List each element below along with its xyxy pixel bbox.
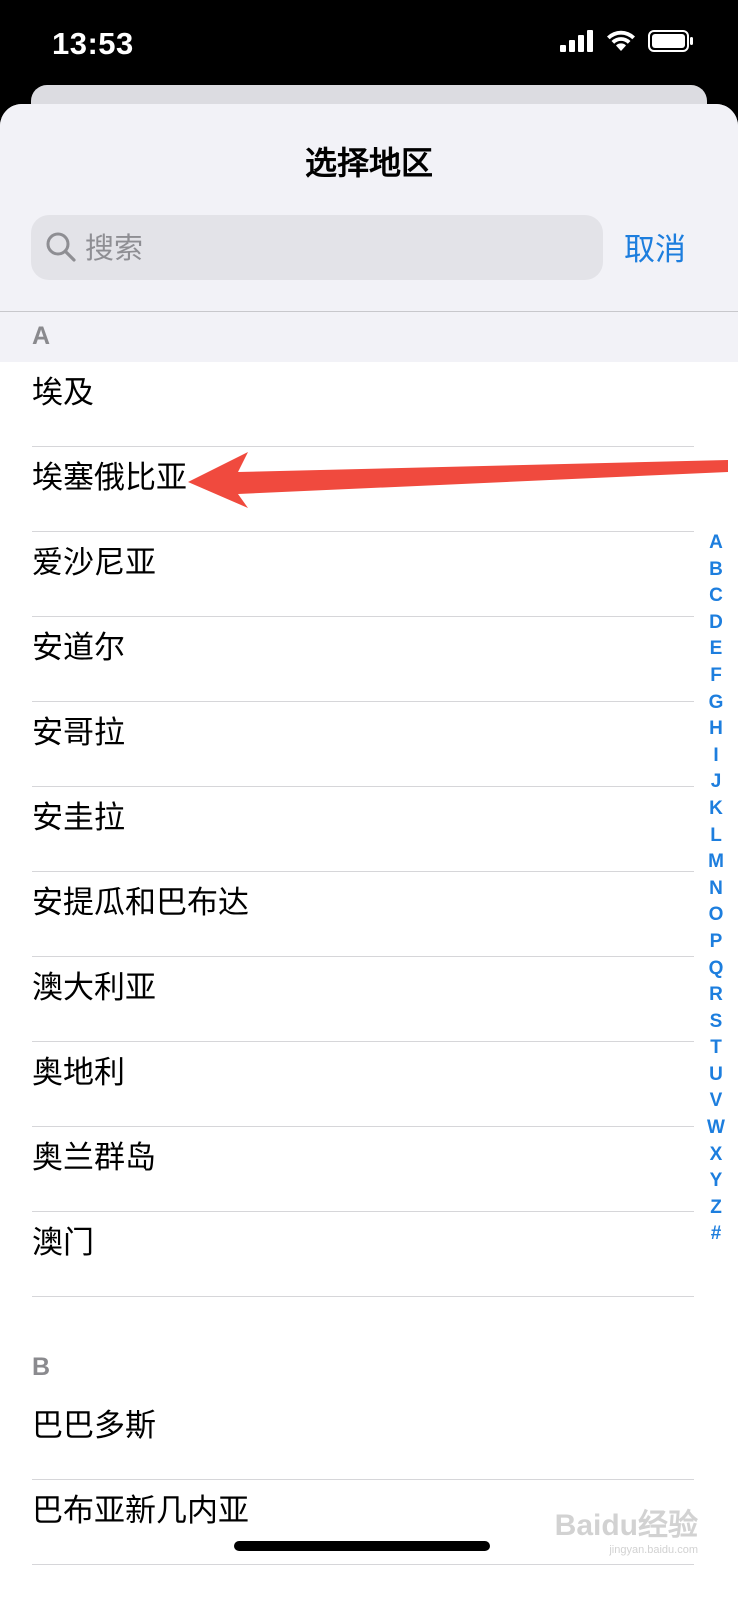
region-name: 澳大利亚 [32,970,156,1006]
region-row[interactable]: 安哥拉 [0,702,738,787]
index-letter[interactable]: U [709,1062,723,1089]
region-name: 奥地利 [32,1055,125,1091]
index-letter[interactable]: D [709,610,723,637]
region-name: 奥兰群岛 [32,1140,156,1176]
battery-icon [648,30,693,52]
index-letter[interactable]: G [709,690,724,717]
region-name: 安哥拉 [32,715,125,751]
sheet-title: 选择地区 [304,144,433,182]
region-row[interactable]: 澳大利亚 [0,957,738,1042]
region-row[interactable]: 埃及 [0,362,738,447]
index-letter[interactable]: I [713,743,718,770]
index-letter[interactable]: P [710,929,723,956]
sheet-header: 选择地区 取消 [0,104,738,312]
region-row[interactable]: 安道尔 [0,617,738,702]
watermark-text: Baidu经验 [554,1509,698,1542]
index-letter[interactable]: S [710,1009,723,1036]
index-letter[interactable]: K [709,796,723,823]
index-letter[interactable]: M [708,849,724,876]
index-letter[interactable]: O [709,902,724,929]
section-letter: A [32,322,51,350]
region-name: 埃及 [32,375,94,411]
index-letter[interactable]: W [707,1115,725,1142]
region-row[interactable]: 安圭拉 [0,787,738,872]
watermark-url: jingyan.baidu.com [609,1544,698,1556]
watermark: Baidu经验 jingyan.baidu.com [555,1500,698,1556]
region-row[interactable]: 安提瓜和巴布达 [0,872,738,957]
section-header: B [0,1327,738,1395]
index-letter[interactable]: N [709,876,723,903]
cellular-signal-icon [560,30,593,52]
region-row[interactable]: 澳门 [0,1212,738,1297]
row-separator [32,1296,694,1297]
index-letter[interactable]: F [710,663,722,690]
home-indicator[interactable] [234,1541,490,1551]
wifi-icon [607,30,635,51]
index-letter[interactable]: B [709,557,723,584]
region-picker-sheet: 选择地区 取消 A 埃及埃塞俄比亚爱沙尼亚安道尔安哥拉安圭拉安提瓜和巴布达澳大利亚… [0,104,738,1600]
region-row[interactable]: 爱沙尼亚 [0,532,738,617]
index-letter[interactable]: H [709,716,723,743]
region-name: 安圭拉 [32,800,125,836]
index-letter[interactable]: Y [710,1168,723,1195]
alphabet-index-bar[interactable]: A B C D E F G H I J K L M N O P Q R S T U V W X Y Z # [702,530,730,1248]
index-letter[interactable]: Z [710,1195,722,1222]
region-name: 安道尔 [32,630,125,666]
region-row[interactable]: 奥地利 [0,1042,738,1127]
search-input[interactable] [85,215,585,280]
index-letter[interactable]: A [709,530,723,557]
index-letter[interactable]: Q [709,956,724,983]
region-name: 巴布亚新几内亚 [32,1493,249,1529]
index-letter[interactable]: J [711,769,722,796]
search-icon [46,232,76,262]
region-name: 巴巴多斯 [32,1408,156,1444]
status-time: 13:53 [52,26,134,61]
region-name: 埃塞俄比亚 [32,460,187,496]
index-letter[interactable]: T [710,1035,722,1062]
section-letter: B [32,1353,51,1381]
region-row[interactable]: 奥兰群岛 [0,1127,738,1212]
section-gap [0,1297,738,1327]
region-name: 爱沙尼亚 [32,545,156,581]
status-icons [560,30,694,52]
index-letter[interactable]: C [709,583,723,610]
status-bar: 13:53 [0,0,738,90]
index-letter[interactable]: R [709,982,723,1009]
region-name: 澳门 [32,1225,94,1261]
index-letter[interactable]: L [710,823,722,850]
index-letter[interactable]: X [710,1142,723,1169]
region-name: 安提瓜和巴布达 [32,885,249,921]
index-letter[interactable]: # [711,1221,722,1248]
row-separator [32,1564,694,1565]
section-header: A [0,312,738,362]
region-row[interactable]: 巴巴多斯 [0,1395,738,1480]
index-letter[interactable]: V [710,1088,723,1115]
red-arrow-annotation [188,452,728,508]
search-box[interactable] [31,215,603,280]
cancel-button[interactable]: 取消 [624,224,686,269]
index-letter[interactable]: E [710,636,723,663]
